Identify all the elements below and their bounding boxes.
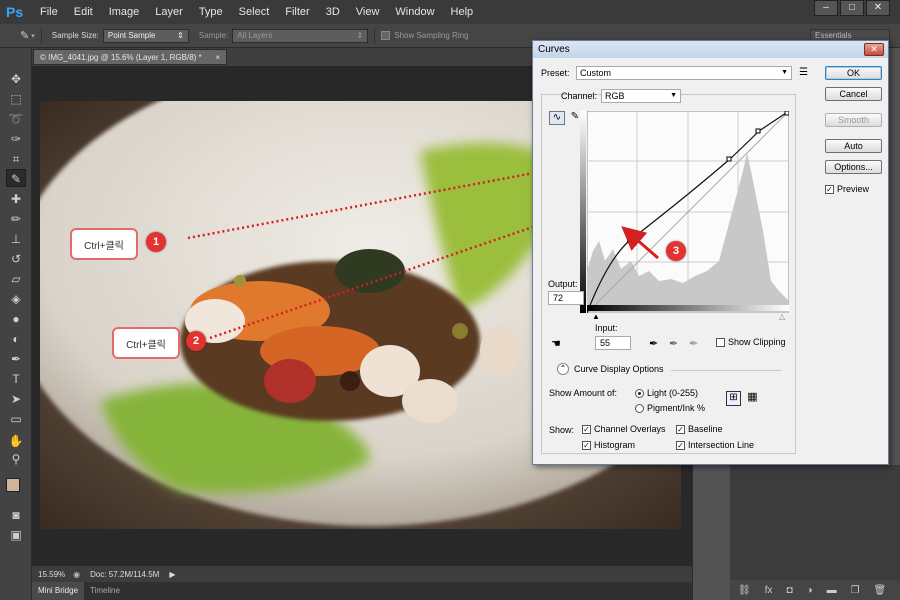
- photoshop-window: Ps File Edit Image Layer Type Select Fil…: [0, 0, 900, 600]
- step-badge-3: 3: [666, 241, 686, 261]
- annotation-arrow-3: [621, 226, 659, 260]
